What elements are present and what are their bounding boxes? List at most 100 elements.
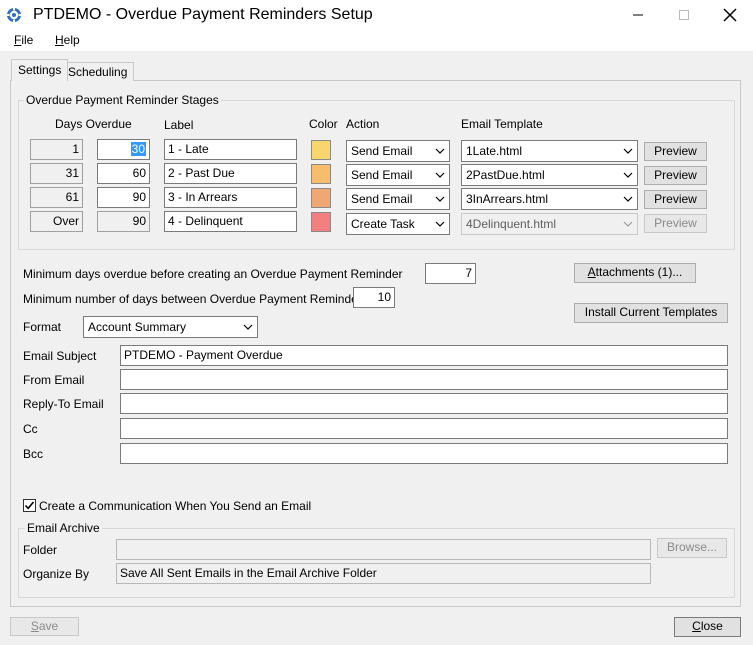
stage-4-action-select[interactable]: Create Task: [346, 213, 450, 235]
save-mnemonic: S: [30, 619, 39, 633]
stage-1-template-value: 1Late.html: [466, 144, 523, 158]
chevron-down-icon: [435, 221, 445, 227]
chevron-down-icon: [623, 221, 633, 227]
close-icon: [723, 8, 737, 22]
create-communication-checkbox[interactable]: [23, 499, 36, 512]
stage-1-label-input[interactable]: 1 - Late: [164, 139, 297, 160]
stage-1-action-select[interactable]: Send Email: [346, 140, 450, 162]
stage-3-from-days: 61: [30, 187, 83, 208]
attachments-mnemonic: A: [587, 265, 596, 279]
stage-1-template-select[interactable]: 1Late.html: [461, 140, 638, 162]
stage-1-action-value: Send Email: [351, 144, 413, 158]
minimize-icon: [633, 14, 643, 16]
menu-file-label: ile: [21, 33, 34, 47]
save-label: ave: [38, 619, 59, 633]
cc-label: Cc: [23, 422, 38, 436]
close-button[interactable]: Close: [674, 617, 741, 637]
reply-to-email-input[interactable]: [120, 393, 728, 414]
stage-4-color-swatch[interactable]: [311, 212, 331, 232]
min-days-label: Minimum days overdue before creating an …: [23, 267, 403, 281]
stage-3-action-select[interactable]: Send Email: [346, 188, 450, 210]
header-label: Label: [164, 118, 194, 132]
from-email-input[interactable]: [120, 369, 728, 390]
folder-label: Folder: [23, 543, 58, 557]
stage-4-template-select: 4Delinquent.html: [461, 213, 638, 235]
format-select[interactable]: Account Summary: [83, 316, 258, 338]
format-value: Account Summary: [88, 320, 187, 334]
tab-settings[interactable]: Settings: [11, 59, 69, 81]
menu-help[interactable]: Help: [55, 33, 80, 47]
email-subject-label: Email Subject: [23, 349, 97, 363]
browse-button: Browse...: [657, 538, 727, 558]
stage-3-color-swatch[interactable]: [311, 188, 331, 208]
install-templates-button[interactable]: Install Current Templates: [574, 303, 728, 323]
min-between-input[interactable]: 10: [353, 287, 395, 308]
stage-3-template-value: 3InArrears.html: [466, 192, 549, 206]
from-email-label: From Email: [23, 373, 85, 387]
stage-1-to-days-input[interactable]: 30: [97, 139, 150, 160]
stage-4-preview-button: Preview: [644, 214, 707, 233]
organize-by-field: Save All Sent Emails in the Email Archiv…: [116, 563, 651, 584]
chevron-down-icon: [435, 196, 445, 202]
stage-2-to-days-input[interactable]: 60: [97, 163, 150, 184]
maximize-button: [661, 0, 707, 30]
bcc-input[interactable]: [120, 443, 728, 464]
bcc-label: Bcc: [23, 447, 44, 461]
header-action: Action: [346, 117, 380, 131]
stage-2-template-value: 2PastDue.html: [466, 168, 545, 182]
chevron-down-icon: [623, 172, 633, 178]
stage-4-from-days: Over: [30, 211, 83, 232]
header-email-template: Email Template: [461, 117, 543, 131]
stage-3-preview-button[interactable]: Preview: [644, 190, 707, 209]
min-days-input[interactable]: 7: [425, 263, 476, 284]
stage-2-action-value: Send Email: [351, 168, 413, 182]
stage-3-to-days-input[interactable]: 90: [97, 187, 150, 208]
stage-1-from-days: 1: [30, 139, 83, 160]
stage-4-label-input[interactable]: 4 - Delinquent: [164, 211, 297, 232]
folder-input: [116, 539, 651, 560]
close-mnemonic: C: [692, 619, 701, 633]
stage-1-color-swatch[interactable]: [311, 140, 331, 160]
chevron-down-icon: [623, 148, 633, 154]
attachments-button[interactable]: Attachments (1)...: [574, 263, 696, 283]
min-between-label: Minimum number of days between Overdue P…: [23, 292, 368, 306]
save-button: Save: [10, 617, 79, 636]
create-communication-label[interactable]: Create a Communication When You Send an …: [39, 499, 311, 513]
menu-help-label: elp: [63, 33, 80, 47]
stage-2-from-days: 31: [30, 163, 83, 184]
stage-2-color-swatch[interactable]: [311, 164, 331, 184]
maximize-icon: [679, 10, 689, 20]
menu-bar: [0, 30, 753, 51]
chevron-down-icon: [243, 324, 253, 330]
menu-help-mnemonic: H: [55, 33, 64, 47]
stage-2-template-select[interactable]: 2PastDue.html: [461, 164, 638, 186]
stage-2-preview-button[interactable]: Preview: [644, 166, 707, 185]
chevron-down-icon: [623, 196, 633, 202]
tab-scheduling[interactable]: Scheduling: [61, 62, 135, 81]
close-window-button[interactable]: [707, 0, 753, 30]
window-title: PTDEMO - Overdue Payment Reminders Setup: [33, 6, 373, 23]
stage-1-to-days-value: 30: [130, 142, 146, 156]
stage-2-action-select[interactable]: Send Email: [346, 164, 450, 186]
chevron-down-icon: [435, 148, 445, 154]
email-archive-caption: Email Archive: [25, 521, 102, 535]
minimize-button[interactable]: [615, 0, 661, 30]
gear-icon: [6, 7, 22, 23]
menu-file[interactable]: File: [14, 33, 33, 47]
attachments-label: ttachments (1)...: [595, 265, 683, 279]
organize-by-label: Organize By: [23, 567, 90, 581]
cc-input[interactable]: [120, 418, 728, 439]
stage-1-preview-button[interactable]: Preview: [644, 142, 707, 161]
stage-2-label-input[interactable]: 2 - Past Due: [164, 163, 297, 184]
stage-4-action-value: Create Task: [351, 217, 415, 231]
stages-group-caption: Overdue Payment Reminder Stages: [24, 93, 221, 107]
stage-3-label-input[interactable]: 3 - In Arrears: [164, 187, 297, 208]
chevron-down-icon: [435, 172, 445, 178]
header-color: Color: [309, 117, 338, 131]
stage-4-template-value: 4Delinquent.html: [466, 217, 557, 231]
format-label: Format: [23, 320, 62, 334]
stage-3-template-select[interactable]: 3InArrears.html: [461, 188, 638, 210]
email-subject-input[interactable]: PTDEMO - Payment Overdue: [120, 345, 728, 366]
header-days-overdue: Days Overdue: [55, 117, 132, 131]
reply-to-email-label: Reply-To Email: [23, 397, 104, 411]
